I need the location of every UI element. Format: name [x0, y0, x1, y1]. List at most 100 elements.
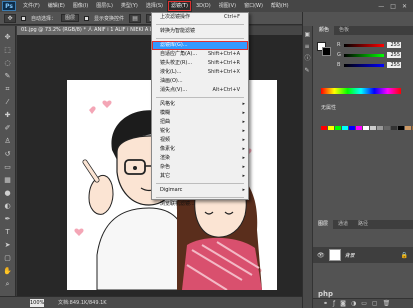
menu-help[interactable]: 帮助(H) — [267, 0, 293, 12]
show-transform-checkbox[interactable] — [84, 15, 90, 21]
eraser-icon[interactable]: ▭ — [3, 162, 13, 172]
pen-icon[interactable]: ✒ — [3, 214, 13, 224]
align-icon[interactable]: ▤ — [129, 13, 142, 23]
link-icon[interactable]: ⚭ — [323, 300, 328, 307]
swatch[interactable] — [363, 126, 369, 130]
filter-menu-item[interactable]: 风格化 ▸ — [152, 100, 248, 109]
blue-value[interactable]: 255 — [387, 62, 401, 68]
brush-icon[interactable]: ✐ — [3, 123, 13, 133]
close-icon[interactable]: ✕ — [402, 3, 407, 10]
info-panel-icon[interactable]: ⓘ — [305, 56, 311, 62]
filter-menu-item[interactable]: 自适应广角(A)... Shift+Ctrl+A — [152, 50, 248, 59]
properties-panel-icon[interactable]: ≡ — [305, 44, 311, 50]
marquee-icon[interactable]: ⬚ — [3, 45, 13, 55]
filter-menu-item[interactable]: 模糊 ▸ — [152, 109, 248, 118]
filter-menu-item[interactable]: 滤镜库(G)... — [152, 41, 248, 50]
new-layer-icon[interactable]: ▢ — [372, 300, 378, 307]
tab-paths[interactable]: 路径 — [353, 220, 373, 229]
menu-filter[interactable]: 滤镜(T) — [166, 0, 192, 12]
menu-3d[interactable]: 3D(D) — [192, 0, 215, 12]
swatch[interactable] — [342, 126, 348, 130]
menu-select[interactable]: 选择(S) — [142, 0, 167, 12]
filter-menu-item[interactable]: 其它 ▸ — [152, 172, 248, 181]
crop-icon[interactable]: ⌗ — [3, 84, 13, 94]
tab-channels[interactable]: 通道 — [333, 220, 353, 229]
filter-menu-item[interactable]: 像素化 ▸ — [152, 145, 248, 154]
fx-icon[interactable]: ƒ — [333, 300, 335, 307]
history-panel-icon[interactable]: ▣ — [305, 32, 311, 38]
menu-layer[interactable]: 图层(L) — [92, 0, 117, 12]
color-spectrum[interactable] — [321, 88, 401, 94]
filter-menu-item[interactable]: 油画(O)... — [152, 77, 248, 86]
auto-select-dropdown[interactable]: 图层 — [61, 14, 80, 22]
filter-menu-item[interactable]: 镜头校正(R)... Shift+Ctrl+R — [152, 59, 248, 68]
swatch[interactable] — [398, 126, 404, 130]
tab-layers[interactable]: 图层 — [313, 220, 334, 229]
brush-panel-icon[interactable]: ✎ — [305, 68, 311, 74]
history-brush-icon[interactable]: ↺ — [3, 149, 13, 159]
red-value[interactable]: 255 — [387, 42, 401, 48]
swatch[interactable] — [370, 126, 376, 130]
filter-menu-item[interactable]: 渲染 ▸ — [152, 154, 248, 163]
maximize-icon[interactable]: □ — [390, 3, 396, 10]
quick-select-icon[interactable]: ✎ — [3, 71, 13, 81]
blur-icon[interactable]: ● — [3, 188, 13, 198]
move-tool-icon[interactable]: ✥ — [4, 13, 16, 23]
swatch[interactable] — [405, 126, 411, 130]
visibility-eye-icon[interactable]: 👁 — [317, 252, 325, 259]
menu-image[interactable]: 图像(I) — [69, 0, 92, 12]
layer-name[interactable]: 背景 — [345, 252, 355, 259]
filter-menu-item[interactable]: 液化(L)... Shift+Ctrl+X — [152, 68, 248, 77]
menu-window[interactable]: 窗口(W) — [240, 0, 267, 12]
filter-menu-item[interactable]: 扭曲 ▸ — [152, 118, 248, 127]
filter-menu-item[interactable]: 转换为智能滤镜 — [152, 27, 248, 36]
path-select-icon[interactable]: ➤ — [3, 240, 13, 250]
swatch[interactable] — [356, 126, 362, 130]
minimize-icon[interactable]: — — [378, 3, 384, 10]
type-icon[interactable]: T — [3, 227, 13, 237]
tab-swatches[interactable]: 色板 — [334, 26, 354, 35]
stamp-icon[interactable]: ♙ — [3, 136, 13, 146]
green-slider[interactable] — [344, 53, 384, 57]
hand-icon[interactable]: ✋ — [3, 266, 13, 276]
document-tab[interactable]: 01.jpg @ 73.2% (RGB/8) * 人 ANIF i 1 ALIF… — [17, 26, 152, 35]
folder-icon[interactable]: ▭ — [361, 300, 367, 307]
gradient-icon[interactable]: ▦ — [3, 175, 13, 185]
eyedropper-icon[interactable]: ⁄ — [3, 97, 13, 107]
mask-icon[interactable]: ◙ — [340, 300, 346, 307]
swatch[interactable] — [377, 126, 383, 130]
trash-icon[interactable]: 🗑 — [383, 300, 391, 307]
filter-menu-item[interactable]: 消失点(V)... Alt+Ctrl+V — [152, 86, 248, 95]
filter-menu-item[interactable]: 视频 ▸ — [152, 136, 248, 145]
green-value[interactable]: 255 — [387, 52, 401, 58]
adjustment-icon[interactable]: ◑ — [351, 300, 356, 307]
filter-menu-item[interactable]: Digimarc ▸ — [152, 186, 248, 195]
swatch[interactable] — [328, 126, 334, 130]
menu-edit[interactable]: 编辑(E) — [44, 0, 69, 12]
swatch[interactable] — [384, 126, 390, 130]
filter-menu-item[interactable]: 杂色 ▸ — [152, 163, 248, 172]
move-icon[interactable]: ✥ — [3, 32, 13, 42]
swatch[interactable] — [335, 126, 341, 130]
dodge-icon[interactable]: ◐ — [3, 201, 13, 211]
filter-menu-item[interactable]: 上次滤镜操作 Ctrl+F — [152, 13, 248, 22]
swatch[interactable] — [321, 126, 327, 130]
shape-icon[interactable]: ▢ — [3, 253, 13, 263]
layer-row-background[interactable]: 👁 背景 🔒 — [313, 247, 413, 263]
tab-color[interactable]: 颜色 — [314, 26, 335, 35]
menu-view[interactable]: 视图(V) — [215, 0, 240, 12]
lasso-icon[interactable]: ◌ — [3, 58, 13, 68]
auto-select-checkbox[interactable] — [21, 15, 26, 21]
filter-menu-item[interactable]: 锐化 ▸ — [152, 127, 248, 136]
menu-type[interactable]: 类型(Y) — [117, 0, 142, 12]
zoom-level-field[interactable]: 100% — [30, 298, 44, 307]
swatch[interactable] — [391, 126, 397, 130]
filter-menu-item[interactable]: 浏览联机滤镜... — [152, 200, 248, 209]
swatch[interactable] — [349, 126, 355, 130]
red-slider[interactable] — [344, 43, 384, 47]
color-bg-swatch[interactable] — [322, 47, 331, 56]
menu-file[interactable]: 文件(F) — [19, 0, 44, 12]
healing-icon[interactable]: ✚ — [3, 110, 13, 120]
blue-slider[interactable] — [344, 63, 384, 67]
zoom-icon[interactable]: ⌕ — [3, 279, 13, 289]
